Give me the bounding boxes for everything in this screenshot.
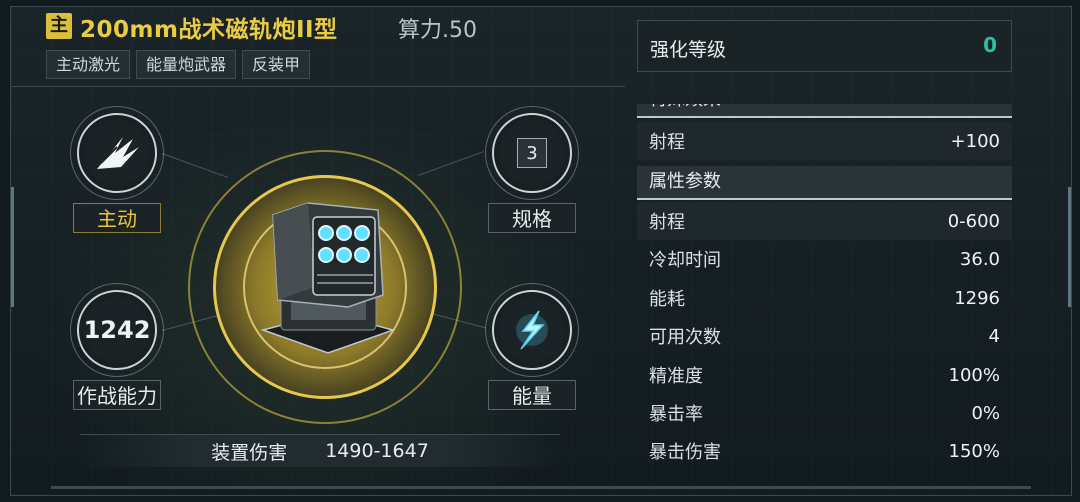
stat-name: 可用次数 xyxy=(649,327,721,348)
stat-name: 精准度 xyxy=(649,366,703,387)
stat-value: 1296 xyxy=(954,287,1000,309)
damage-value: 1490-1647 xyxy=(325,440,429,462)
spec-value-box: 3 xyxy=(517,138,547,168)
stat-row-uses: 可用次数 4 xyxy=(637,317,1012,355)
combat-power-value: 1242 xyxy=(83,316,151,344)
combat-power-label: 作战能力 xyxy=(73,380,161,410)
stat-value: 0% xyxy=(971,402,1000,424)
enhance-level-value: 0 xyxy=(983,33,997,57)
main-weapon-badge: 主 xyxy=(46,13,72,39)
enhance-level-row[interactable]: 强化等级 0 xyxy=(637,20,1012,72)
stat-name: 能耗 xyxy=(649,289,685,310)
damage-label: 装置伤害 xyxy=(211,441,288,464)
spec-value: 3 xyxy=(526,142,538,164)
mode-slot[interactable] xyxy=(70,106,164,200)
spec-label: 规格 xyxy=(488,203,576,233)
energy-slot[interactable] xyxy=(485,283,579,377)
frame-decoration-right xyxy=(1058,187,1071,307)
stat-row-crit-rate: 暴击率 0% xyxy=(637,394,1012,432)
bottom-divider xyxy=(51,486,1031,489)
spec-slot[interactable]: 3 xyxy=(485,106,579,200)
stat-row-cooldown: 冷却时间 36.0 xyxy=(637,240,1012,278)
special-range-row: 射程 +100 xyxy=(637,122,1012,160)
railgun-weapon-image xyxy=(260,202,396,354)
special-effects-header: 特殊效果 xyxy=(637,104,1012,118)
mode-label: 主动 xyxy=(73,203,161,233)
stat-name: 暴击率 xyxy=(649,404,703,425)
attributes-header: 属性参数 xyxy=(637,166,1012,200)
stat-value: 4 xyxy=(988,325,1000,347)
stat-name: 射程 xyxy=(649,212,685,233)
combat-power-slot[interactable]: 1242 xyxy=(70,283,164,377)
stat-value: +100 xyxy=(950,130,1000,152)
energy-lightning-icon xyxy=(516,310,548,350)
stat-value: 100% xyxy=(948,364,1000,386)
tag-active-laser: 主动激光 xyxy=(46,50,131,79)
stat-row-accuracy: 精准度 100% xyxy=(637,356,1012,394)
claw-mode-icon xyxy=(97,137,139,169)
enhance-level-label: 强化等级 xyxy=(650,39,727,61)
weapon-title: 200mm战术磁轨炮II型 xyxy=(80,17,338,43)
stat-name: 冷却时间 xyxy=(649,250,721,271)
stat-name: 暴击伤害 xyxy=(649,442,721,463)
tag-anti-armor: 反装甲 xyxy=(242,50,311,79)
stat-row-crit-damage: 暴击伤害 150% xyxy=(637,432,1012,466)
stats-panel[interactable]: 特殊效果 射程 +100 属性参数 射程 0-600 冷却时间 36.0 能耗 … xyxy=(637,104,1012,466)
compute-power-label: 算力.50 xyxy=(398,18,477,43)
energy-label: 能量 xyxy=(488,380,576,410)
tag-energy-weapon: 能量炮武器 xyxy=(136,50,237,79)
device-damage-bar: 装置伤害 1490-1647 xyxy=(80,434,560,467)
weapon-header: 主 200mm战术磁轨炮II型 算力.50 主动激光 能量炮武器 反装甲 xyxy=(46,10,636,80)
stat-value: 36.0 xyxy=(959,248,1000,270)
stat-row-energy-cost: 能耗 1296 xyxy=(637,279,1012,317)
weapon-tags: 主动激光 能量炮武器 反装甲 xyxy=(46,50,311,79)
stat-value: 150% xyxy=(948,440,1000,462)
stat-row-range: 射程 0-600 xyxy=(637,202,1012,240)
stat-name: 射程 xyxy=(649,132,685,153)
stat-value: 0-600 xyxy=(947,210,1000,232)
